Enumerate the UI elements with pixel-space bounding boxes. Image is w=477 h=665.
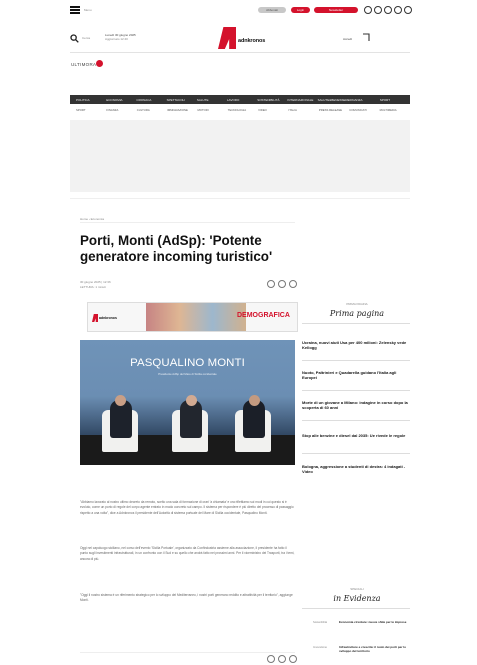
ad-placeholder [70, 120, 410, 192]
banner-image [146, 303, 246, 331]
subnav-item[interactable]: ITALIA [289, 108, 319, 112]
menu-icon[interactable] [70, 6, 80, 14]
evidence-title: in Evidenza [333, 594, 381, 603]
sidebar-headline[interactable]: Stop alle benzine e diesel dal 2035: Ue … [302, 433, 410, 438]
facebook-icon[interactable] [364, 6, 372, 14]
nav-item[interactable]: INTERNAZIONALE [287, 98, 317, 102]
subnav-item[interactable]: CULTURA [137, 108, 167, 112]
sidebar-headline[interactable]: Nuoto, Paltrinieri e Quadarella guidano … [302, 370, 410, 380]
sidebar-headline[interactable]: Ucraina, nuovi aiuti Usa per 400 milioni… [302, 340, 410, 350]
share-whatsapp-icon[interactable] [289, 655, 297, 663]
main-nav: POLITICA ECONOMIA CRONACA SPETTACOLI SAL… [70, 95, 410, 104]
share-facebook-icon[interactable] [267, 655, 275, 663]
nav-item[interactable]: SPETTACOLI [167, 98, 197, 102]
nav-item[interactable]: SALUTE&BENESSERE [318, 98, 350, 102]
share-twitter-icon[interactable] [278, 280, 286, 288]
article-bottom-divider [80, 652, 295, 653]
article-paragraph: "Abbiamo lavorato al nostro ultimo decre… [80, 500, 294, 515]
youtube-icon[interactable] [404, 6, 412, 14]
article-paragraph: Oggi nel capoluogo siciliano, nel corso … [80, 546, 295, 561]
share-twitter-icon[interactable] [278, 655, 286, 663]
banner-logo-icon [92, 314, 98, 322]
photo-caption: PASQUALINO MONTI [130, 357, 245, 369]
article-top-divider [70, 198, 410, 199]
subnav-item[interactable]: SPORT [76, 108, 106, 112]
subnav-item[interactable]: MULTIMEDIA [380, 108, 410, 112]
breadcrumb[interactable]: Home › Economia [80, 217, 104, 221]
speaker-center-head [186, 395, 197, 406]
breadcrumb-divider [80, 222, 295, 223]
search-icon[interactable] [70, 34, 79, 43]
evidence-item-label: Sostenibilità [313, 621, 327, 624]
article-photo: PASQUALINO MONTI Presidente AdSp del Mar… [80, 340, 295, 465]
sub-nav: SPORT FINANZA CULTURA IMMIGRAZIONE MOTOR… [70, 107, 410, 113]
article-paragraph: "Oggi il nostro sistema è un riferimento… [80, 593, 293, 603]
evidence-item-title[interactable]: Economia circolare: nuove sfide per le i… [339, 620, 409, 624]
subnav-item[interactable]: IMMIGRAZIONE [167, 108, 197, 112]
speaker-right-head [249, 395, 260, 406]
article-date: 30 giugno 2025 | 12:36 [80, 280, 111, 284]
banner-label: DEMOGRAFICA [237, 312, 290, 319]
share-whatsapp-icon[interactable] [289, 280, 297, 288]
login-button[interactable]: Login [291, 7, 310, 13]
evidence-item[interactable]: Innovazione Infrastrutture e crescita: i… [313, 645, 410, 665]
linkedin-icon[interactable] [394, 6, 402, 14]
subnav-item[interactable]: COMUNICATI [349, 108, 379, 112]
logo-mark-icon [218, 27, 236, 49]
logo-text: adnkronos [238, 38, 266, 44]
subnav-item[interactable]: TECNOLOGIA [228, 108, 258, 112]
nav-item[interactable]: LAVORO [227, 98, 257, 102]
sidebar-section-kicker: PRIMA PAGINA [346, 302, 368, 306]
nav-item[interactable]: ECONOMIA [106, 98, 136, 102]
search-label[interactable]: Cerca [82, 36, 90, 40]
header-divider [70, 52, 410, 53]
sidebar-separator [302, 390, 410, 391]
banner-logo-text: adnkronos [99, 316, 117, 320]
sidebar-headline[interactable]: Morte di un giovane a Milano: indagine i… [302, 400, 410, 410]
sidebar-separator [302, 420, 410, 421]
article-title: Porti, Monti (AdSp): 'Potente generatore… [80, 233, 273, 264]
photo-subcaption: Presidente AdSp del Mare di Sicilia occi… [158, 372, 217, 376]
banner-ad[interactable]: adnkronos DEMOGRAFICA [87, 302, 298, 332]
subnav-item[interactable]: VIDEO [258, 108, 288, 112]
evidence-item-label: Innovazione [313, 646, 327, 649]
subnav-item[interactable]: MOTORI [197, 108, 227, 112]
speaker-left-head [115, 395, 126, 406]
evidence-kicker: SPECIALI [350, 587, 364, 591]
menu-label[interactable]: Menu [84, 8, 92, 12]
sidebar-divider [302, 323, 410, 324]
evidence-divider [302, 608, 410, 609]
share-facebook-icon[interactable] [267, 280, 275, 288]
nav-item[interactable]: SPORT [380, 98, 410, 102]
adnkronos-logo[interactable] [218, 27, 236, 49]
twitter-icon[interactable] [374, 6, 382, 14]
nav-item[interactable]: POLITICA [76, 98, 106, 102]
nav-item[interactable]: CRONACA [136, 98, 166, 102]
article-byline: LETTURA: 1 minuti [80, 285, 106, 289]
sidebar-section-title: Prima pagina [329, 309, 385, 318]
sidebar-separator [302, 360, 410, 361]
evidence-item[interactable]: Sostenibilità Economia circolare: nuove … [313, 620, 410, 644]
subnav-item[interactable]: FINANZA [106, 108, 136, 112]
sidebar-headline[interactable]: Bologna, aggressione a studenti di destr… [302, 464, 410, 474]
live-dot-icon [96, 60, 103, 67]
nav-item[interactable]: FINANZA [350, 98, 380, 102]
newsletter-button[interactable]: Newsletter [314, 7, 358, 13]
subscribe-button[interactable]: Abbonati [258, 7, 286, 13]
user-icon[interactable] [362, 33, 371, 42]
account-label[interactable]: Accedi [343, 37, 352, 41]
evidence-item-title[interactable]: Infrastrutture e crescita: il ruolo dei … [339, 645, 409, 653]
nav-item[interactable]: SOSTENIBILITÀ [257, 98, 287, 102]
sub-brand-label[interactable]: ULTIMORA [71, 62, 96, 67]
sidebar-separator [302, 453, 410, 454]
instagram-icon[interactable] [384, 6, 392, 14]
subnav-item[interactable]: PRESS RELEASE [319, 108, 349, 112]
header-date-sub: Aggiornato 12:40 [105, 37, 128, 41]
nav-item[interactable]: SALUTE [197, 98, 227, 102]
